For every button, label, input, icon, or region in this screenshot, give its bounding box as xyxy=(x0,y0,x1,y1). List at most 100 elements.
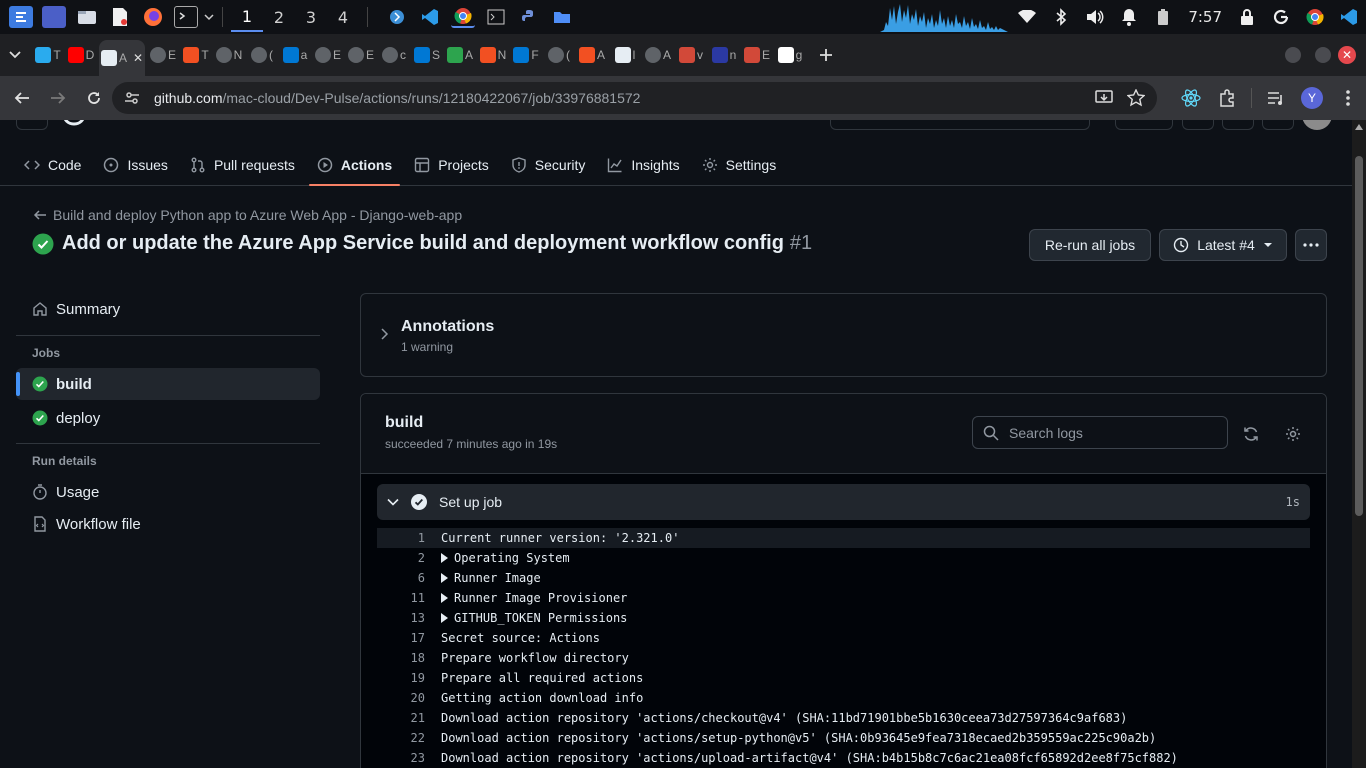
log-settings-button[interactable] xyxy=(1283,424,1303,444)
new-tab-button[interactable] xyxy=(811,48,841,62)
sidebar-item-usage[interactable]: Usage xyxy=(16,476,320,508)
step-set-up-job[interactable]: Set up job 1s xyxy=(377,484,1310,520)
site-info-icon[interactable] xyxy=(124,90,140,106)
expand-triangle-icon[interactable] xyxy=(441,613,448,623)
kde-launcher-icon[interactable] xyxy=(9,6,33,28)
annotations-panel[interactable]: Annotations 1 warning xyxy=(360,293,1327,377)
bookmark-star-icon[interactable] xyxy=(1125,87,1147,109)
browser-tab[interactable]: l xyxy=(610,41,640,69)
workspace-2[interactable]: 2 xyxy=(263,8,295,27)
bluetooth-icon[interactable] xyxy=(1051,7,1071,27)
scroll-thumb[interactable] xyxy=(1355,156,1363,516)
browser-tab[interactable]: E xyxy=(148,41,178,69)
log-line[interactable]: 2 Operating System xyxy=(377,548,1310,568)
tab-insights[interactable]: Insights xyxy=(599,144,687,185)
browser-tab[interactable]: g xyxy=(775,41,805,69)
browser-tab[interactable]: E xyxy=(742,41,772,69)
back-button[interactable] xyxy=(4,82,40,114)
header-inbox-button[interactable] xyxy=(1262,120,1294,130)
scroll-up-arrow-icon[interactable] xyxy=(1355,124,1363,130)
tab-issues[interactable]: Issues xyxy=(95,144,175,185)
chrome-icon[interactable] xyxy=(1305,7,1325,27)
minimize-button[interactable] xyxy=(1285,47,1301,63)
workflow-back-link[interactable]: Build and deploy Python app to Azure Web… xyxy=(33,207,462,223)
notification-icon[interactable] xyxy=(1119,7,1139,27)
maximize-button[interactable] xyxy=(1315,47,1331,63)
reload-button[interactable] xyxy=(76,82,112,114)
workspace-1[interactable]: 1 xyxy=(231,2,263,32)
user-avatar[interactable] xyxy=(1302,120,1332,130)
log-line-number[interactable]: 2 xyxy=(377,551,425,565)
forward-button[interactable] xyxy=(40,82,76,114)
browser-tab[interactable]: ( xyxy=(544,41,574,69)
file-manager-icon[interactable] xyxy=(75,6,99,28)
profile-avatar[interactable]: Y xyxy=(1300,86,1324,110)
tab-projects[interactable]: Projects xyxy=(406,144,497,185)
browser-tab[interactable]: S xyxy=(412,41,442,69)
browser-tab[interactable]: A xyxy=(643,41,673,69)
log-line-number[interactable]: 23 xyxy=(377,751,425,765)
tab-settings[interactable]: Settings xyxy=(694,144,785,185)
log-line-number[interactable]: 11 xyxy=(377,591,425,605)
browser-tab[interactable]: E xyxy=(346,41,376,69)
address-bar[interactable]: github.com/mac-cloud/Dev-Pulse/actions/r… xyxy=(112,82,1157,114)
google-icon[interactable] xyxy=(1271,7,1291,27)
wifi-icon[interactable] xyxy=(1017,7,1037,27)
browser-tab[interactable]: F xyxy=(511,41,541,69)
sidebar-item-workflow-file[interactable]: Workflow file xyxy=(16,508,320,540)
header-copilot-button[interactable] xyxy=(1115,120,1173,130)
lock-icon[interactable] xyxy=(1237,7,1257,27)
install-app-icon[interactable] xyxy=(1093,87,1115,109)
more-options-button[interactable] xyxy=(1295,229,1327,261)
log-line-number[interactable]: 21 xyxy=(377,711,425,725)
sidebar-item-build[interactable]: build xyxy=(16,368,320,400)
browser-tab[interactable]: n xyxy=(709,41,739,69)
log-line-number[interactable]: 18 xyxy=(377,651,425,665)
page-scrollbar[interactable] xyxy=(1352,120,1366,768)
log-line-number[interactable]: 17 xyxy=(377,631,425,645)
desktop-icon[interactable] xyxy=(42,6,66,28)
expand-triangle-icon[interactable] xyxy=(441,593,448,603)
rerun-all-jobs-button[interactable]: Re-run all jobs xyxy=(1029,229,1151,261)
browser-tab[interactable]: ( xyxy=(247,41,277,69)
header-search-box[interactable] xyxy=(830,120,1090,130)
log-line-number[interactable]: 6 xyxy=(377,571,425,585)
browser-tab[interactable]: N xyxy=(214,41,244,69)
log-line-number[interactable]: 20 xyxy=(377,691,425,705)
workspace-4[interactable]: 4 xyxy=(327,8,359,27)
azure-data-studio-icon[interactable] xyxy=(385,6,409,28)
browser-tab[interactable]: a xyxy=(280,41,310,69)
tab-actions[interactable]: Actions xyxy=(308,144,401,186)
attempt-selector[interactable]: Latest #4 xyxy=(1159,229,1287,261)
media-controls-icon[interactable] xyxy=(1264,86,1288,110)
log-line-number[interactable]: 13 xyxy=(377,611,425,625)
browser-tab[interactable]: D xyxy=(66,41,96,69)
tab-search-chevron-icon[interactable] xyxy=(0,51,30,59)
terminal-icon[interactable] xyxy=(174,6,198,28)
vscode-icon[interactable] xyxy=(1339,7,1359,27)
tab-security[interactable]: Security xyxy=(503,144,594,185)
close-tab-icon[interactable]: ✕ xyxy=(133,51,143,65)
browser-tab[interactable]: c xyxy=(379,41,409,69)
log-line-number[interactable]: 1 xyxy=(377,531,425,545)
clock[interactable]: 7:57 xyxy=(1188,8,1222,26)
tab-pull-requests[interactable]: Pull requests xyxy=(182,144,303,185)
text-editor-icon[interactable] xyxy=(108,6,132,28)
extensions-icon[interactable] xyxy=(1215,86,1239,110)
python-icon[interactable] xyxy=(517,6,541,28)
log-line[interactable]: 11 Runner Image Provisioner xyxy=(377,588,1310,608)
browser-tab[interactable]: A ✕ xyxy=(99,40,145,76)
header-menu-button[interactable] xyxy=(16,120,48,130)
volume-icon[interactable] xyxy=(1085,7,1105,27)
log-line[interactable]: 13 GITHUB_TOKEN Permissions xyxy=(377,608,1310,628)
header-issues-button[interactable] xyxy=(1222,120,1254,130)
vscode-icon[interactable] xyxy=(418,6,442,28)
react-devtools-icon[interactable] xyxy=(1179,86,1203,110)
tab-code[interactable]: Code xyxy=(16,144,89,185)
folder-icon[interactable] xyxy=(550,6,574,28)
browser-tab[interactable]: v xyxy=(676,41,706,69)
browser-tab[interactable]: A xyxy=(445,41,475,69)
expand-triangle-icon[interactable] xyxy=(441,573,448,583)
expand-triangle-icon[interactable] xyxy=(441,553,448,563)
log-line-number[interactable]: 19 xyxy=(377,671,425,685)
